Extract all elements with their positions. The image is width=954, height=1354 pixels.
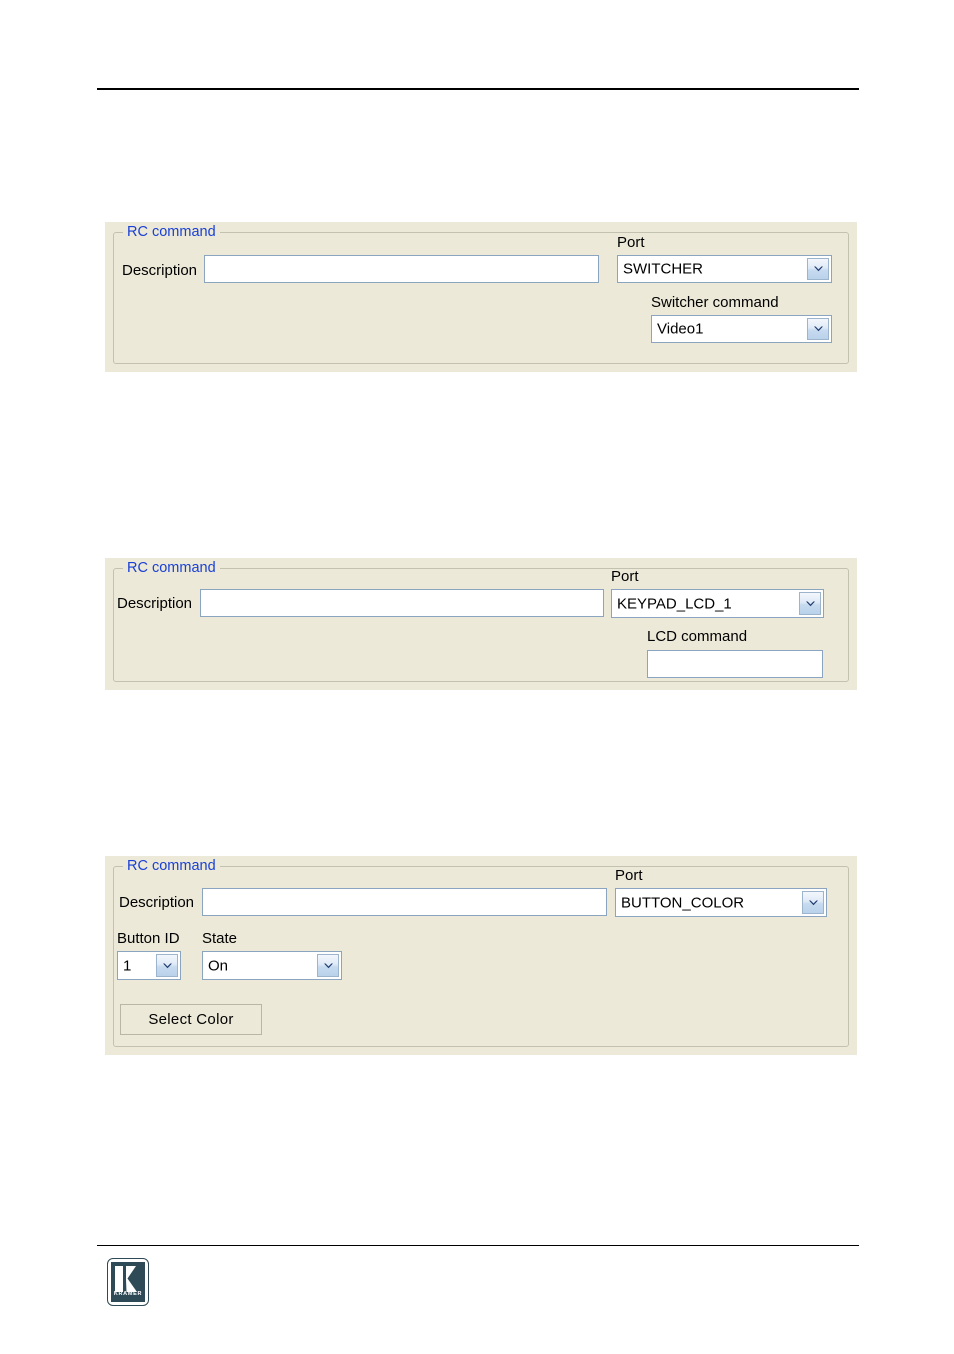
rc-command-panel-button-color: RC command Description Port BUTTON_COLOR… <box>105 856 857 1055</box>
rc-command-panel-keypad-lcd: RC command Description Port KEYPAD_LCD_1… <box>105 558 857 690</box>
chevron-down-icon[interactable] <box>156 954 178 977</box>
rc-command-panel-switcher: RC command Description Port SWITCHER Swi… <box>105 222 857 372</box>
description-label: Description <box>122 262 198 279</box>
port-combobox-value: BUTTON_COLOR <box>621 894 745 911</box>
description-input[interactable] <box>200 589 604 617</box>
state-value: On <box>208 957 229 974</box>
description-input[interactable] <box>204 255 599 283</box>
lcd-command-input[interactable] <box>647 650 823 678</box>
description-input[interactable] <box>202 888 607 916</box>
groupbox-legend: RC command <box>123 858 220 875</box>
footer-divider <box>97 1245 859 1246</box>
lcd-command-label: LCD command <box>647 628 748 645</box>
port-combobox-value: KEYPAD_LCD_1 <box>617 595 732 612</box>
port-combobox[interactable]: KEYPAD_LCD_1 <box>611 589 824 618</box>
state-label: State <box>202 930 238 947</box>
groupbox-legend: RC command <box>123 560 220 577</box>
header-divider <box>97 88 859 90</box>
port-label: Port <box>617 234 645 251</box>
kramer-logo: KRAMER <box>107 1258 149 1306</box>
switcher-command-label: Switcher command <box>651 294 779 311</box>
port-combobox[interactable]: SWITCHER <box>617 255 832 283</box>
button-id-combobox[interactable]: 1 <box>117 951 181 980</box>
description-label: Description <box>119 894 195 911</box>
chevron-down-icon[interactable] <box>317 954 339 977</box>
logo-k-glyph <box>115 1266 137 1292</box>
select-color-button[interactable]: Select Color <box>120 1004 262 1035</box>
button-id-value: 1 <box>123 957 132 974</box>
port-combobox[interactable]: BUTTON_COLOR <box>615 888 827 917</box>
port-combobox-value: SWITCHER <box>623 260 703 278</box>
button-id-label: Button ID <box>117 930 180 947</box>
chevron-down-icon[interactable] <box>799 592 821 615</box>
description-label: Description <box>117 595 193 612</box>
port-label: Port <box>615 867 643 884</box>
switcher-command-value: Video1 <box>657 320 704 338</box>
switcher-command-combobox[interactable]: Video1 <box>651 315 832 343</box>
groupbox-legend: RC command <box>123 224 220 241</box>
state-combobox[interactable]: On <box>202 951 342 980</box>
chevron-down-icon[interactable] <box>807 318 829 340</box>
chevron-down-icon[interactable] <box>802 891 824 914</box>
logo-plate: KRAMER <box>111 1262 145 1302</box>
port-label: Port <box>611 568 639 585</box>
chevron-down-icon[interactable] <box>807 258 829 280</box>
logo-wordmark: KRAMER <box>113 1291 143 1297</box>
